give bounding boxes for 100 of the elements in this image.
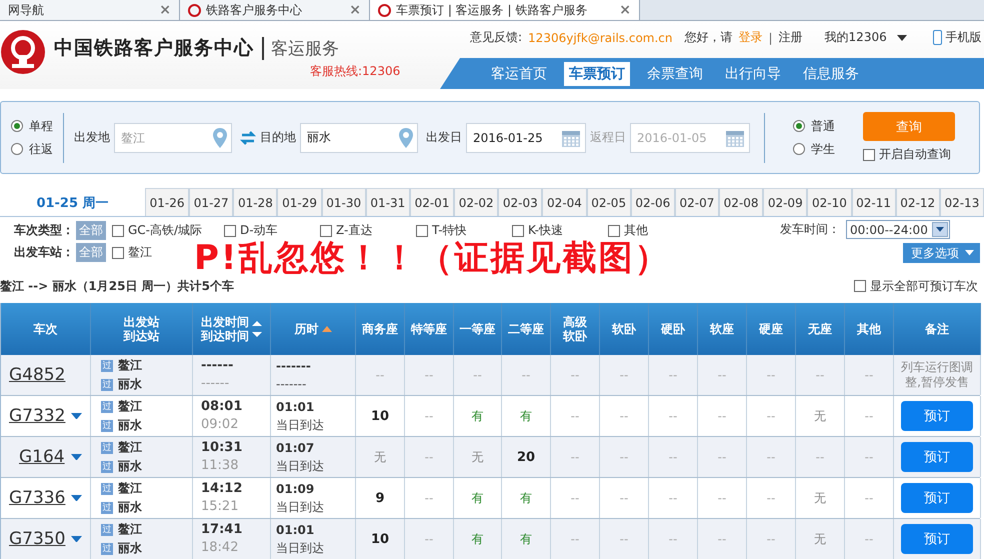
book-button[interactable]: 预订 <box>901 524 973 554</box>
departure-time-select[interactable]: 00:00--24:00 <box>846 220 950 239</box>
nav-item[interactable]: 信息服务 <box>798 62 864 86</box>
nav-item[interactable]: 余票查询 <box>642 62 708 86</box>
separator: | <box>768 30 773 44</box>
date-tab[interactable]: 02-10 <box>807 188 852 216</box>
date-tab[interactable]: 02-11 <box>852 188 896 216</box>
train-type-checkbox[interactable]: 其他 <box>608 222 688 239</box>
checkbox-icon[interactable] <box>608 224 620 236</box>
column-header[interactable]: 一等座 <box>460 322 496 336</box>
train-type-checkbox[interactable]: GC-高铁/城际 <box>112 222 224 239</box>
column-header[interactable]: 软卧 <box>612 322 636 336</box>
nav-item[interactable]: 车票预订 <box>564 62 630 86</box>
train-number-link[interactable]: G7350 <box>9 529 66 549</box>
more-options-button[interactable]: 更多选项 <box>903 243 980 263</box>
date-tab[interactable]: 01-30 <box>322 188 366 216</box>
column-header[interactable]: 硬卧 <box>661 322 685 336</box>
trip-type-radio[interactable]: 往返 <box>11 140 53 158</box>
column-header[interactable]: 硬座 <box>759 322 783 336</box>
date-tab[interactable]: 01-28 <box>233 188 278 216</box>
station-checkbox[interactable]: 鳌江 <box>112 244 192 261</box>
checkbox-icon[interactable] <box>512 224 524 236</box>
seat-availability: -- <box>766 409 776 423</box>
date-tab[interactable]: 02-06 <box>630 188 675 216</box>
auto-query-checkbox[interactable]: 开启自动查询 <box>863 146 955 163</box>
column-header[interactable]: 软座 <box>710 322 734 336</box>
column-header[interactable]: 其他 <box>857 322 881 336</box>
date-tab[interactable]: 02-07 <box>674 188 720 216</box>
date-tab[interactable]: 01-26 <box>145 188 190 216</box>
column-header[interactable]: 二等座 <box>508 322 544 336</box>
trip-type-radio[interactable]: 单程 <box>11 118 53 134</box>
column-header[interactable]: 商务座 <box>362 322 398 336</box>
checkbox-icon[interactable] <box>224 224 236 236</box>
column-header[interactable]: 车次 <box>34 322 58 336</box>
radio-icon[interactable] <box>793 143 805 155</box>
browser-tab[interactable]: 车票预订 | 客运服务 | 铁路客户服务 × <box>370 0 640 20</box>
date-tab[interactable]: 02-08 <box>719 188 764 216</box>
date-tab[interactable]: 02-01 <box>410 188 454 216</box>
swap-icon[interactable] <box>240 130 256 144</box>
date-tab[interactable]: 02-04 <box>542 188 587 216</box>
book-button[interactable]: 预订 <box>901 483 973 513</box>
column-header[interactable]: 无座 <box>808 322 832 336</box>
nav-item[interactable]: 出行向导 <box>720 62 786 86</box>
checkbox-icon[interactable] <box>416 224 428 236</box>
checkbox-icon[interactable] <box>320 224 332 236</box>
train-type-checkbox[interactable]: Z-直达 <box>320 222 416 239</box>
date-tab[interactable]: 02-09 <box>763 188 808 216</box>
browser-tab[interactable]: 网导航 × <box>0 0 180 20</box>
passenger-type-radio[interactable]: 学生 <box>793 140 835 158</box>
train-type-checkbox[interactable]: T-特快 <box>416 222 512 239</box>
checkbox-icon[interactable] <box>112 246 124 258</box>
browser-tab[interactable]: 铁路客户服务中心 × <box>180 0 370 20</box>
column-header[interactable]: 历时 <box>294 322 318 336</box>
date-tab[interactable]: 02-02 <box>454 188 498 216</box>
train-number-link[interactable]: G7336 <box>9 488 66 508</box>
radio-icon[interactable] <box>11 120 23 132</box>
to-input[interactable]: 丽水 <box>305 130 399 146</box>
book-button[interactable]: 预订 <box>901 442 973 472</box>
seat-availability: -- <box>570 450 580 464</box>
close-icon[interactable]: × <box>349 2 361 18</box>
date-field[interactable]: 2016-01-25 <box>466 122 586 152</box>
date-input[interactable]: 2016-01-25 <box>471 130 561 146</box>
seat-availability: 20 <box>516 450 536 464</box>
column-header[interactable]: 出发站 到达站 <box>124 315 160 343</box>
mobile-link[interactable]: 手机版 <box>932 29 982 46</box>
account-menu[interactable]: 我的12306 <box>824 29 907 46</box>
date-tab[interactable]: 02-03 <box>498 188 542 216</box>
to-field[interactable]: 丽水 <box>300 122 418 152</box>
date-tab[interactable]: 01-27 <box>189 188 234 216</box>
train-number-link[interactable]: G7332 <box>9 406 66 426</box>
date-tab[interactable]: 02-13 <box>940 188 984 216</box>
train-number-link[interactable]: G164 <box>19 447 65 467</box>
train-number-link[interactable]: G4852 <box>9 365 66 385</box>
book-button[interactable]: 预订 <box>901 401 973 431</box>
date-tab[interactable]: 02-12 <box>896 188 940 216</box>
register-link[interactable]: 注册 <box>778 29 803 46</box>
column-header[interactable]: 特等座 <box>411 322 447 336</box>
date-tab[interactable]: 01-29 <box>277 188 322 216</box>
column-header[interactable]: 备注 <box>925 322 949 336</box>
date-tab[interactable]: 02-05 <box>586 188 631 216</box>
seat-availability: -- <box>718 368 726 382</box>
column-header[interactable]: 出发时间 到达时间 <box>201 315 249 343</box>
radio-icon[interactable] <box>11 143 23 155</box>
passenger-type-radio[interactable]: 普通 <box>793 118 835 134</box>
from-field[interactable]: 鳌江 <box>114 122 232 152</box>
column-header[interactable]: 高级 软卧 <box>563 315 587 343</box>
checkbox-icon[interactable] <box>863 148 875 160</box>
close-icon[interactable]: × <box>159 2 171 18</box>
from-input[interactable]: 鳌江 <box>119 130 213 146</box>
checkbox-icon[interactable] <box>112 224 124 236</box>
checkbox-icon[interactable] <box>854 280 866 292</box>
close-icon[interactable]: × <box>619 2 631 18</box>
nav-item[interactable]: 客运首页 <box>486 62 552 86</box>
show-all-checkbox[interactable]: 显示全部可预订车次 <box>854 278 978 294</box>
seat-availability: -- <box>864 491 874 505</box>
train-type-checkbox[interactable]: K-快速 <box>512 222 608 239</box>
sort-icon[interactable] <box>252 318 262 340</box>
radio-icon[interactable] <box>793 120 805 132</box>
date-tab[interactable]: 01-31 <box>366 188 410 216</box>
train-type-checkbox[interactable]: D-动车 <box>224 222 320 239</box>
